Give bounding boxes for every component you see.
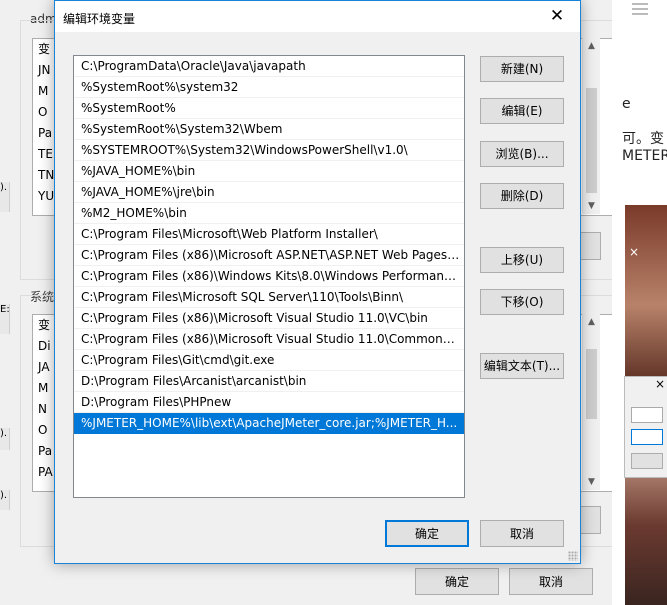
scroll-up-icon[interactable]: ▲ — [583, 41, 600, 51]
edit-text-button[interactable]: 编辑文本(T)... — [480, 353, 564, 379]
button-fragment[interactable] — [631, 453, 663, 469]
background-mini-dialog: × — [624, 376, 667, 478]
edit-button[interactable]: 编辑(E) — [480, 98, 564, 124]
path-list-item[interactable]: C:\Program Files\Microsoft\Web Platform … — [74, 224, 464, 245]
text-field-fragment[interactable] — [631, 407, 663, 423]
path-list-item[interactable]: %SystemRoot%\system32 — [74, 77, 464, 98]
browse-button[interactable]: 浏览(B)... — [480, 141, 564, 167]
path-list-item[interactable]: %JMETER_HOME%\lib\ext\ApacheJMeter_core.… — [74, 413, 464, 434]
close-icon[interactable]: ✕ — [534, 1, 580, 32]
ok-button[interactable]: 确定 — [385, 520, 469, 547]
user-vars-scrollbar[interactable]: ▲ ▼ — [582, 38, 600, 214]
scroll-down-icon[interactable]: ▼ — [583, 477, 600, 487]
path-list-item[interactable]: %M2_HOME%\bin — [74, 203, 464, 224]
path-list-item[interactable]: C:\Program Files (x86)\Microsoft Visual … — [74, 308, 464, 329]
background-text-fragment: e — [622, 96, 631, 112]
scroll-up-icon[interactable]: ▲ — [583, 317, 600, 327]
left-strip-fragment: ). — [0, 490, 10, 510]
path-list-item[interactable]: %JAVA_HOME%\jre\bin — [74, 182, 464, 203]
path-list[interactable]: C:\ProgramData\Oracle\Java\javapath %Syst… — [73, 55, 465, 498]
move-up-button[interactable]: 上移(U) — [480, 247, 564, 273]
path-list-item[interactable]: C:\Program Files (x86)\Windows Kits\8.0\… — [74, 266, 464, 287]
scroll-thumb[interactable] — [586, 349, 597, 419]
cancel-button[interactable]: 取消 — [480, 520, 564, 547]
edit-env-var-dialog: 编辑环境变量 ✕ C:\ProgramData\Oracle\Java\java… — [54, 0, 581, 564]
left-strip-fragment: ). — [0, 182, 10, 212]
path-list-item[interactable]: %JAVA_HOME%\bin — [74, 161, 464, 182]
path-list-item[interactable]: %SystemRoot%\System32\Wbem — [74, 119, 464, 140]
menu-lines-icon — [630, 0, 650, 18]
user-vars-button-fragment[interactable] — [578, 232, 601, 260]
system-vars-scrollbar[interactable]: ▲ ▼ — [582, 314, 600, 490]
dialog-titlebar[interactable]: 编辑环境变量 ✕ — [55, 1, 580, 32]
left-strip-fragment: E:). — [0, 304, 10, 334]
text-field-fragment[interactable] — [631, 429, 663, 445]
path-list-item[interactable]: C:\ProgramData\Oracle\Java\javapath — [74, 56, 464, 77]
path-list-item[interactable]: C:\Program Files\Microsoft SQL Server\11… — [74, 287, 464, 308]
path-list-item[interactable]: C:\Program Files\Git\cmd\git.exe — [74, 350, 464, 371]
delete-button[interactable]: 删除(D) — [480, 183, 564, 209]
path-list-item[interactable]: D:\Program Files\PHPnew — [74, 392, 464, 413]
scroll-thumb[interactable] — [586, 88, 597, 193]
path-list-item[interactable]: C:\Program Files (x86)\Microsoft Visual … — [74, 329, 464, 350]
path-list-item[interactable]: %SystemRoot% — [74, 98, 464, 119]
parent-ok-button[interactable]: 确定 — [415, 568, 499, 595]
path-list-item[interactable]: D:\Program Files\Arcanist\arcanist\bin — [74, 371, 464, 392]
scroll-down-icon[interactable]: ▼ — [583, 201, 600, 211]
new-button[interactable]: 新建(N) — [480, 56, 564, 82]
resize-grip-icon[interactable] — [568, 551, 578, 561]
background-text-fragment: METER — [622, 148, 667, 164]
background-text-fragment: 可。变 — [622, 131, 664, 147]
close-icon[interactable]: × — [629, 245, 639, 259]
dialog-title: 编辑环境变量 — [63, 12, 136, 26]
path-list-item[interactable]: C:\Program Files (x86)\Microsoft ASP.NET… — [74, 245, 464, 266]
left-strip-fragment: ). — [0, 428, 10, 450]
parent-cancel-button[interactable]: 取消 — [509, 568, 593, 595]
move-down-button[interactable]: 下移(O) — [480, 289, 564, 315]
path-list-item[interactable]: %SYSTEMROOT%\System32\WindowsPowerShell\… — [74, 140, 464, 161]
system-vars-button-fragment[interactable] — [578, 506, 601, 534]
close-icon[interactable]: × — [655, 377, 665, 391]
